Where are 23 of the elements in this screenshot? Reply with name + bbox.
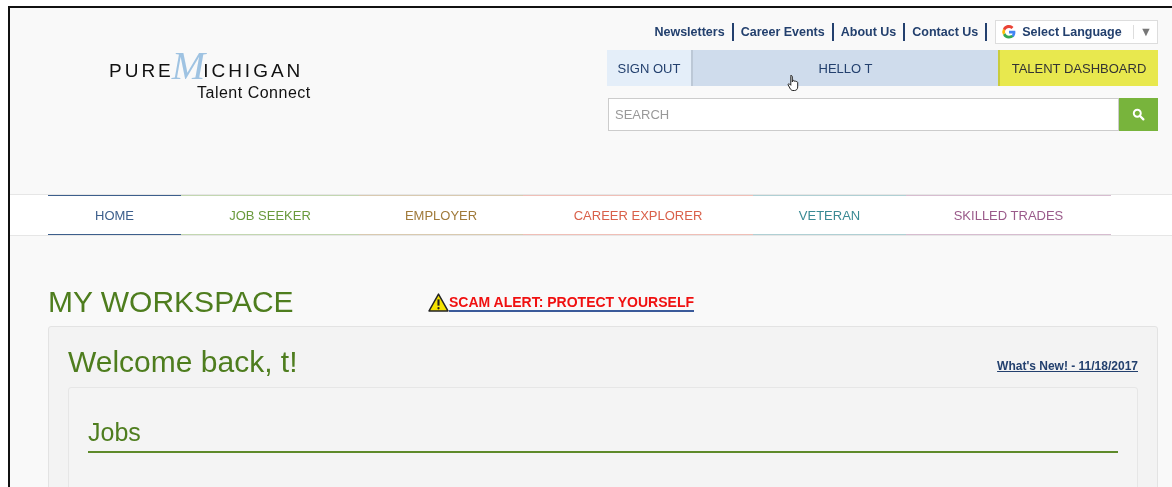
top-link[interactable]: Contact Us <box>905 25 986 39</box>
top-link[interactable]: Career Events <box>733 25 832 39</box>
search-field[interactable]: SEARCH <box>608 98 1119 131</box>
logo-initial: M <box>171 50 206 82</box>
logo-word: PURE <box>109 60 174 82</box>
nav-tab[interactable]: SKILLED TRADES <box>906 195 1111 235</box>
nav-tab[interactable]: EMPLOYER <box>359 195 523 235</box>
dashboard-button[interactable]: TALENT DASHBOARD <box>998 50 1158 86</box>
language-select[interactable]: Select Language ▼ <box>995 20 1158 44</box>
sign-out-button[interactable]: SIGN OUT <box>607 50 691 86</box>
whats-new-link[interactable]: What's New! - 11/18/2017 <box>997 359 1138 373</box>
nav-tab[interactable]: HOME <box>48 195 181 235</box>
top-link[interactable]: About Us <box>833 25 904 39</box>
logo-word: ICHIGAN <box>203 60 304 82</box>
logo-subtitle: Talent Connect <box>197 84 312 102</box>
nav-tab[interactable]: VETERAN <box>753 195 906 235</box>
section-heading: Jobs <box>88 418 1118 453</box>
welcome-heading: Welcome back, t! <box>68 345 298 379</box>
scam-alert-link[interactable]: SCAM ALERT: PROTECT YOURSELF <box>428 292 694 312</box>
page-title: MY WORKSPACE <box>48 285 295 319</box>
logo[interactable]: PUREMICHIGAN Talent Connect <box>109 50 339 110</box>
nav-tab[interactable]: CAREER EXPLORER <box>523 195 753 235</box>
top-link[interactable]: Newsletters <box>647 25 732 39</box>
